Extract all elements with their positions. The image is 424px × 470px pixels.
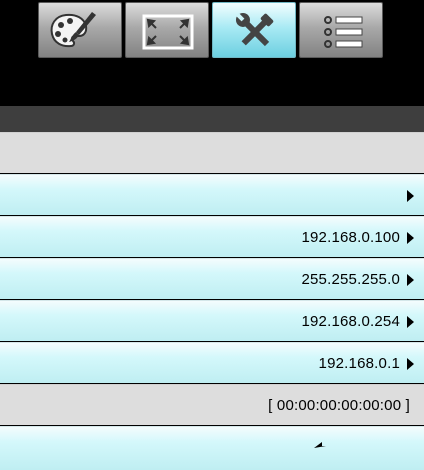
- row-dns[interactable]: 192.168.0.1: [0, 342, 424, 383]
- return-arrow-icon: [314, 442, 326, 448]
- chevron-right-icon: [407, 232, 414, 244]
- tab-display[interactable]: [125, 2, 209, 58]
- row-gateway[interactable]: 192.168.0.254: [0, 300, 424, 341]
- section-header-bar: [0, 106, 424, 132]
- chevron-right-icon: [407, 190, 414, 202]
- ip-address-value: 192.168.0.100: [301, 229, 400, 246]
- row-network-state: [0, 132, 424, 173]
- tools-icon: [235, 12, 274, 47]
- row-mac-address: [ 00:00:00:00:00:00 ]: [0, 384, 424, 425]
- tab-picture[interactable]: [38, 2, 122, 58]
- row-dhcp[interactable]: [0, 174, 424, 215]
- chevron-right-icon: [407, 316, 414, 328]
- tab-setup[interactable]: [212, 2, 296, 58]
- subnet-mask-value: 255.255.255.0: [301, 271, 400, 288]
- screen-resize-icon: [142, 14, 194, 50]
- mac-address-value: [ 00:00:00:00:00:00 ]: [268, 397, 410, 414]
- tab-options[interactable]: [299, 2, 383, 58]
- row-ip-address[interactable]: 192.168.0.100: [0, 216, 424, 257]
- palette-icon: [50, 12, 96, 48]
- chevron-right-icon: [407, 274, 414, 286]
- dns-value: 192.168.0.1: [318, 355, 400, 372]
- menu-title-band: [0, 64, 424, 106]
- gateway-value: 192.168.0.254: [301, 313, 400, 330]
- chevron-right-icon: [407, 358, 414, 370]
- row-return[interactable]: [0, 426, 424, 470]
- menu-tab-bar: [0, 0, 424, 64]
- list-menu-icon: [324, 16, 363, 48]
- row-subnet-mask[interactable]: 255.255.255.0: [0, 258, 424, 299]
